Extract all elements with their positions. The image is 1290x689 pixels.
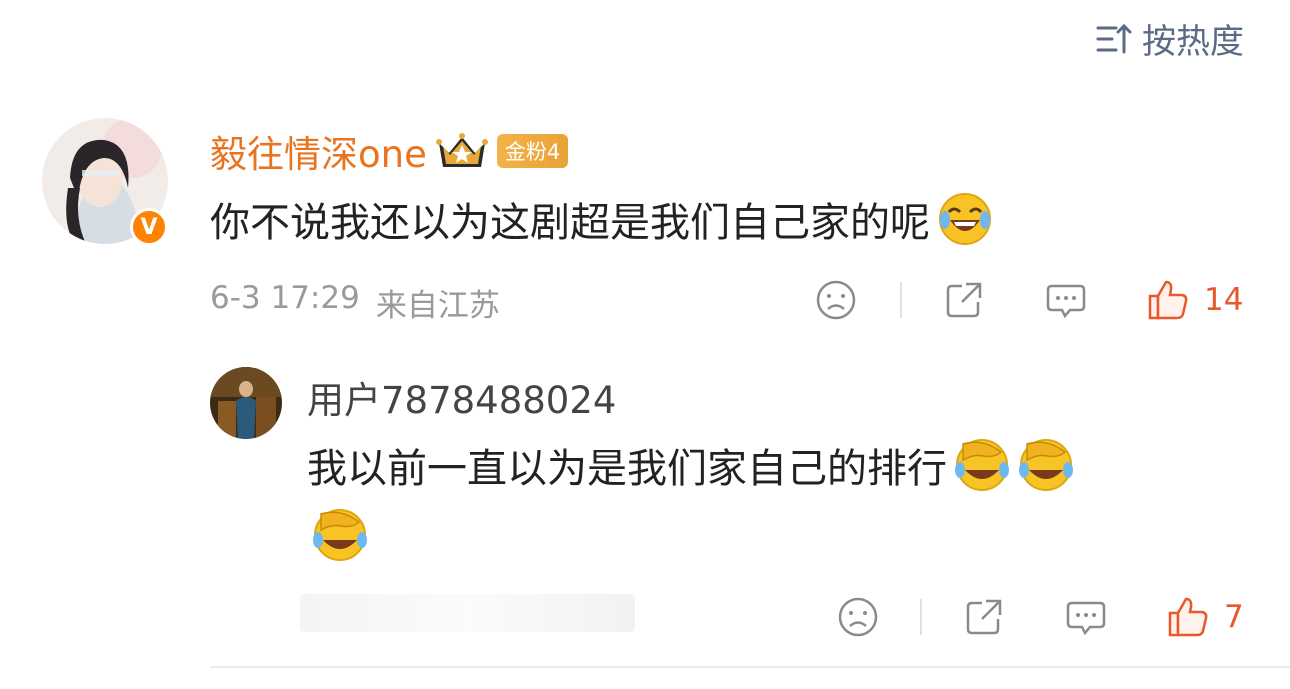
- like-count: 7: [1224, 599, 1244, 635]
- facepalm-emoji-icon: [1019, 439, 1073, 491]
- blurred-meta: [300, 594, 635, 632]
- sort-by-hot[interactable]: 按热度: [1094, 14, 1244, 63]
- reply-actions: 7: [836, 595, 1244, 639]
- fan-level-badge: 金粉4: [496, 134, 569, 168]
- reply-avatar[interactable]: [210, 367, 282, 439]
- comment-meta: 6-3 17:29 来自江苏: [210, 280, 500, 325]
- comment-icon[interactable]: [1064, 595, 1108, 639]
- comment-icon[interactable]: [1044, 278, 1088, 322]
- comment-body: 你不说我还以为这剧超是我们自己家的呢: [210, 200, 930, 246]
- comment-author[interactable]: 毅往情深one 金粉4: [210, 124, 569, 178]
- sort-icon: [1096, 23, 1132, 53]
- share-icon[interactable]: [942, 278, 986, 322]
- comment-date: 6-3 17:29: [210, 280, 360, 316]
- bottom-divider: [210, 666, 1290, 668]
- like-thumb-icon[interactable]: [1166, 595, 1210, 639]
- action-divider: [920, 599, 922, 635]
- share-icon[interactable]: [962, 595, 1006, 639]
- like-thumb-icon[interactable]: [1146, 278, 1190, 322]
- comment-text: 你不说我还以为这剧超是我们自己家的呢: [210, 190, 994, 248]
- comment-location: 来自江苏: [375, 288, 500, 324]
- laugh-cry-emoji-icon: [939, 193, 991, 245]
- verified-badge: V: [130, 208, 168, 246]
- username[interactable]: 毅往情深one: [210, 124, 427, 178]
- dislike-face-icon[interactable]: [836, 595, 880, 639]
- reply-username[interactable]: 用户7878488024: [307, 370, 616, 424]
- like-count: 14: [1204, 282, 1244, 318]
- facepalm-emoji-icon: [313, 509, 367, 561]
- sort-label: 按热度: [1142, 22, 1244, 62]
- reply-body: 我以前一直以为是我们家自己的排行: [307, 446, 947, 492]
- crown-icon: [435, 133, 488, 167]
- reply-text: 我以前一直以为是我们家自己的排行: [307, 436, 1227, 582]
- dislike-face-icon[interactable]: [814, 278, 858, 322]
- comment-actions: 14: [814, 278, 1243, 322]
- facepalm-emoji-icon: [955, 439, 1009, 491]
- action-divider: [900, 282, 902, 318]
